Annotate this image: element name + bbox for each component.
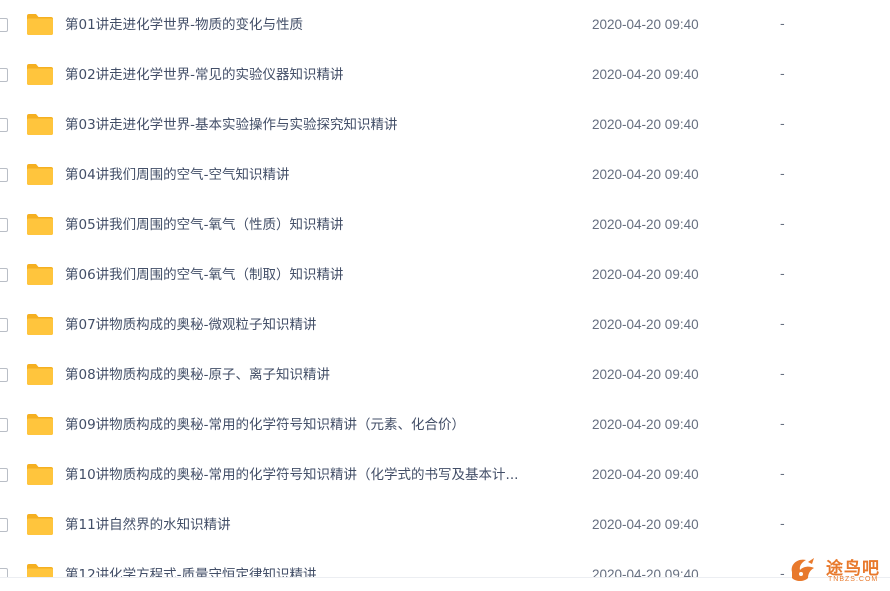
modified-date: 2020-04-20 09:40 xyxy=(592,517,699,532)
watermark-subtitle: TNBZS.COM xyxy=(828,576,879,583)
file-size: - xyxy=(780,517,785,532)
folder-icon xyxy=(27,13,53,35)
row-checkbox[interactable] xyxy=(0,118,8,132)
modified-date: 2020-04-20 09:40 xyxy=(592,367,699,382)
file-row[interactable]: 第07讲物质构成的奥秘-微观粒子知识精讲 2020-04-20 09:40 - xyxy=(0,300,890,350)
file-name-link[interactable]: 第03讲走进化学世界-基本实验操作与实验探究知识精讲 xyxy=(65,100,398,150)
folder-icon xyxy=(27,413,53,435)
file-size: - xyxy=(780,167,785,182)
bottom-strip xyxy=(0,578,890,591)
modified-date: 2020-04-20 09:40 xyxy=(592,167,699,182)
watermark-logo: 途鸟吧 TNBZS.COM xyxy=(786,552,888,588)
row-checkbox[interactable] xyxy=(0,268,8,282)
file-list: 第01讲走进化学世界-物质的变化与性质 2020-04-20 09:40- 第02讲… xyxy=(0,0,890,591)
folder-icon xyxy=(27,113,53,135)
row-checkbox[interactable] xyxy=(0,418,8,432)
row-checkbox[interactable] xyxy=(0,468,8,482)
file-size: - xyxy=(780,17,785,32)
file-size: - xyxy=(780,417,785,432)
modified-date: 2020-04-20 09:40 xyxy=(592,267,699,282)
file-size: - xyxy=(780,467,785,482)
modified-date: 2020-04-20 09:40 xyxy=(592,417,699,432)
file-row[interactable]: 第08讲物质构成的奥秘-原子、离子知识精讲 2020-04-20 09:40 - xyxy=(0,350,890,400)
file-name-link[interactable]: 第09讲物质构成的奥秘-常用的化学符号知识精讲（元素、化合价） xyxy=(65,400,465,450)
file-size: - xyxy=(780,367,785,382)
file-size: - xyxy=(780,67,785,82)
file-name-link[interactable]: 第05讲我们周围的空气-氧气（性质）知识精讲 xyxy=(65,200,344,250)
file-row[interactable]: 第04讲我们周围的空气-空气知识精讲 2020-04-20 09:40 - xyxy=(0,150,890,200)
folder-icon xyxy=(27,513,53,535)
modified-date: 2020-04-20 09:40 xyxy=(592,17,699,32)
modified-date: 2020-04-20 09:40 xyxy=(592,467,699,482)
file-row[interactable]: 第01讲走进化学世界-物质的变化与性质 2020-04-20 09:40 - xyxy=(0,0,890,50)
file-size: - xyxy=(780,117,785,132)
folder-icon xyxy=(27,363,53,385)
folder-icon xyxy=(27,263,53,285)
row-checkbox[interactable] xyxy=(0,68,8,82)
folder-icon xyxy=(27,163,53,185)
file-size: - xyxy=(780,217,785,232)
modified-date: 2020-04-20 09:40 xyxy=(592,117,699,132)
file-row[interactable]: 第11讲自然界的水知识精讲 2020-04-20 09:40 - xyxy=(0,500,890,550)
folder-icon xyxy=(27,63,53,85)
modified-date: 2020-04-20 09:40 xyxy=(592,317,699,332)
file-row[interactable]: 第03讲走进化学世界-基本实验操作与实验探究知识精讲 2020-04-20 09:… xyxy=(0,100,890,150)
row-checkbox[interactable] xyxy=(0,368,8,382)
row-checkbox[interactable] xyxy=(0,18,8,32)
modified-date: 2020-04-20 09:40 xyxy=(592,67,699,82)
file-row[interactable]: 第09讲物质构成的奥秘-常用的化学符号知识精讲（元素、化合价） 2020-04-2… xyxy=(0,400,890,450)
folder-icon xyxy=(27,213,53,235)
bird-logo-icon xyxy=(791,558,814,581)
file-name-link[interactable]: 第02讲走进化学世界-常见的实验仪器知识精讲 xyxy=(65,50,344,100)
file-name-link[interactable]: 第11讲自然界的水知识精讲 xyxy=(65,500,231,550)
file-name-link[interactable]: 第06讲我们周围的空气-氧气（制取）知识精讲 xyxy=(65,250,344,300)
file-size: - xyxy=(780,267,785,282)
file-name-link[interactable]: 第07讲物质构成的奥秘-微观粒子知识精讲 xyxy=(65,300,317,350)
file-name-link[interactable]: 第08讲物质构成的奥秘-原子、离子知识精讲 xyxy=(65,350,330,400)
row-checkbox[interactable] xyxy=(0,518,8,532)
file-name-link[interactable]: 第10讲物质构成的奥秘-常用的化学符号知识精讲（化学式的书写及基本计... xyxy=(65,450,518,500)
file-name-link[interactable]: 第04讲我们周围的空气-空气知识精讲 xyxy=(65,150,290,200)
file-row[interactable]: 第06讲我们周围的空气-氧气（制取）知识精讲 2020-04-20 09:40 - xyxy=(0,250,890,300)
modified-date: 2020-04-20 09:40 xyxy=(592,217,699,232)
row-checkbox[interactable] xyxy=(0,168,8,182)
row-checkbox[interactable] xyxy=(0,318,8,332)
file-name-link[interactable]: 第01讲走进化学世界-物质的变化与性质 xyxy=(65,0,303,50)
file-row[interactable]: 第02讲走进化学世界-常见的实验仪器知识精讲 2020-04-20 09:40 - xyxy=(0,50,890,100)
file-row[interactable]: 第05讲我们周围的空气-氧气（性质）知识精讲 2020-04-20 09:40 - xyxy=(0,200,890,250)
file-size: - xyxy=(780,317,785,332)
folder-icon xyxy=(27,313,53,335)
file-row[interactable]: 第10讲物质构成的奥秘-常用的化学符号知识精讲（化学式的书写及基本计... 202… xyxy=(0,450,890,500)
folder-icon xyxy=(27,463,53,485)
row-checkbox[interactable] xyxy=(0,218,8,232)
